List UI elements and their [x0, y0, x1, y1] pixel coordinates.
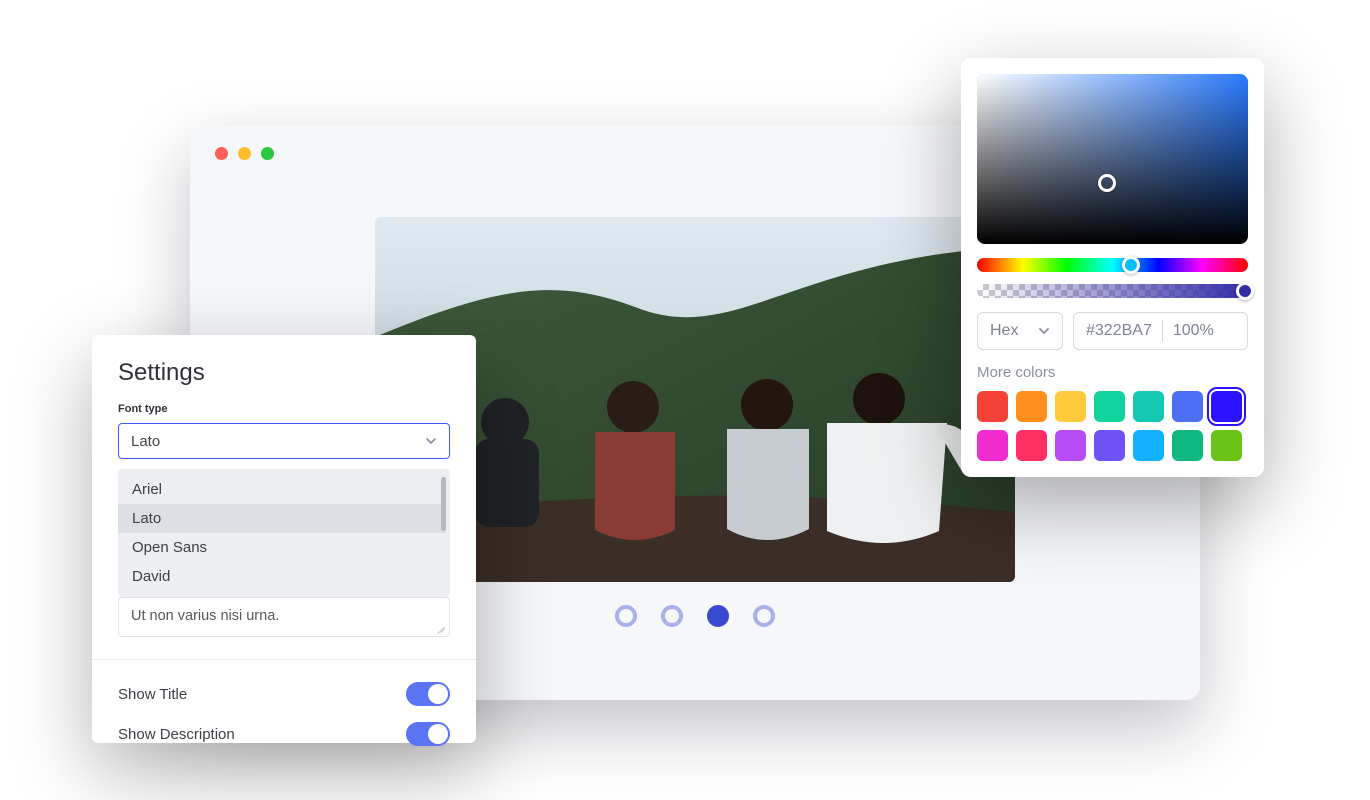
- swatch-5[interactable]: [1172, 391, 1203, 422]
- font-type-label: Font type: [118, 403, 450, 415]
- font-type-selected-value: Lato: [131, 433, 160, 450]
- settings-title: Settings: [118, 359, 450, 387]
- swatch-1[interactable]: [1016, 391, 1047, 422]
- settings-panel: Settings Font type Lato Ariel Lato Open …: [92, 335, 476, 743]
- show-title-label: Show Title: [118, 686, 187, 703]
- swatch-0[interactable]: [977, 391, 1008, 422]
- alpha-thumb[interactable]: [1236, 282, 1254, 300]
- separator: [1162, 320, 1163, 342]
- show-description-row: Show Description: [118, 714, 450, 754]
- swatch-3[interactable]: [1094, 391, 1125, 422]
- swatch-10[interactable]: [1094, 430, 1125, 461]
- swatch-13[interactable]: [1211, 430, 1242, 461]
- pager-dot-3[interactable]: [707, 605, 729, 627]
- description-value: Ut non varius nisi urna.: [131, 608, 279, 624]
- hex-value: #322BA7: [1086, 322, 1152, 340]
- swatch-7[interactable]: [977, 430, 1008, 461]
- font-type-select[interactable]: Lato: [118, 423, 450, 459]
- show-description-label: Show Description: [118, 726, 235, 743]
- font-option-ariel[interactable]: Ariel: [118, 475, 446, 504]
- font-option-opensans[interactable]: Open Sans: [118, 533, 446, 562]
- color-format-label: Hex: [990, 322, 1018, 340]
- window-zoom-button[interactable]: [261, 147, 274, 160]
- show-description-toggle[interactable]: [406, 722, 450, 746]
- font-option-david[interactable]: David: [118, 562, 446, 591]
- swatch-6[interactable]: [1211, 391, 1242, 422]
- hue-thumb[interactable]: [1122, 256, 1140, 274]
- description-textarea[interactable]: Ut non varius nisi urna.: [118, 597, 450, 637]
- saturation-value-field[interactable]: [977, 74, 1248, 244]
- hue-slider[interactable]: [977, 258, 1248, 272]
- font-type-dropdown: Ariel Lato Open Sans David: [118, 469, 450, 597]
- window-minimize-button[interactable]: [238, 147, 251, 160]
- swatch-2[interactable]: [1055, 391, 1086, 422]
- more-colors-label: More colors: [977, 364, 1248, 381]
- alpha-value: 100%: [1173, 322, 1214, 340]
- swatch-12[interactable]: [1172, 430, 1203, 461]
- color-format-select[interactable]: Hex: [977, 312, 1063, 350]
- show-title-row: Show Title: [118, 674, 450, 714]
- swatch-11[interactable]: [1133, 430, 1164, 461]
- font-option-lato[interactable]: Lato: [118, 504, 446, 533]
- chevron-down-icon: [425, 435, 437, 447]
- window-close-button[interactable]: [215, 147, 228, 160]
- alpha-slider[interactable]: [977, 284, 1248, 298]
- pager-dot-1[interactable]: [615, 605, 637, 627]
- show-title-toggle[interactable]: [406, 682, 450, 706]
- swatch-4[interactable]: [1133, 391, 1164, 422]
- dropdown-scrollbar[interactable]: [441, 477, 446, 531]
- pager-dot-4[interactable]: [753, 605, 775, 627]
- color-value-input[interactable]: #322BA7 100%: [1073, 312, 1248, 350]
- swatch-grid: [977, 391, 1248, 461]
- divider: [92, 659, 476, 660]
- color-value-row: Hex #322BA7 100%: [977, 312, 1248, 350]
- swatch-8[interactable]: [1016, 430, 1047, 461]
- color-picker-panel: Hex #322BA7 100% More colors: [961, 58, 1264, 477]
- resize-handle-icon[interactable]: [436, 623, 446, 633]
- pager-dot-2[interactable]: [661, 605, 683, 627]
- window-traffic-lights: [215, 147, 274, 160]
- swatch-9[interactable]: [1055, 430, 1086, 461]
- chevron-down-icon: [1038, 325, 1050, 337]
- sv-cursor[interactable]: [1098, 174, 1116, 192]
